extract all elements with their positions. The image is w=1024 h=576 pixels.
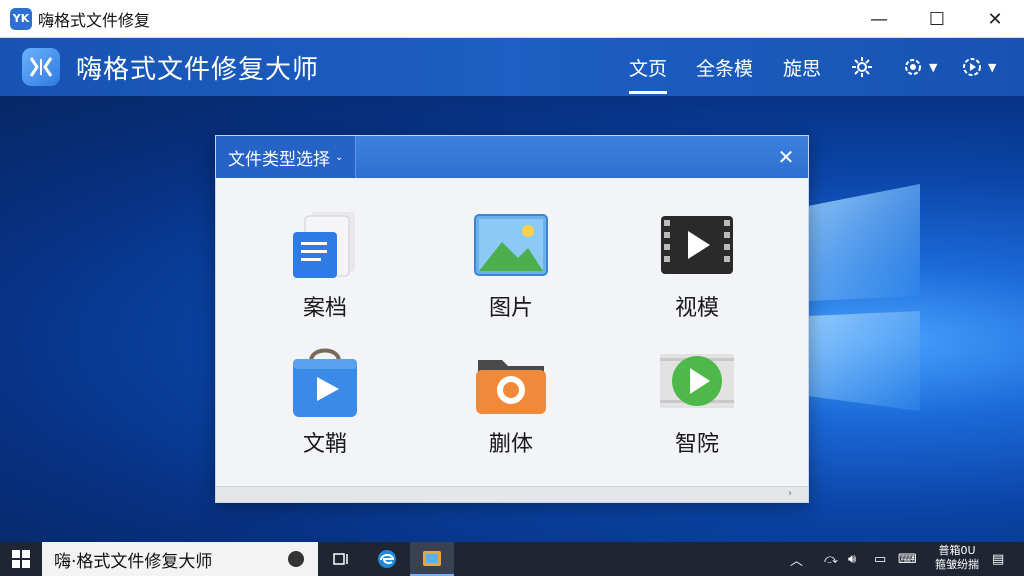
tile-label: 文鞘 [302, 432, 347, 457]
app-header: 嗨格式文件修复大师 文页 全条模 旋思 ▼ ▼ [0, 38, 1024, 96]
window-title: 嗨格式文件修复 [38, 10, 151, 30]
app-logo-icon: YK [10, 7, 32, 30]
gear-dropdown-icon[interactable]: ▼ [901, 52, 937, 82]
task-view-icon[interactable] [320, 542, 364, 576]
tray-up-arrow-icon[interactable]: ︿ [790, 542, 803, 576]
folder-icon [473, 346, 549, 416]
network-icon[interactable]: ⤼ [824, 542, 838, 576]
chevron-down-icon: ⌄ [335, 151, 344, 163]
dialog-scrollbar[interactable]: › [216, 486, 808, 502]
document-icon [287, 210, 363, 280]
dialog-close-icon[interactable]: ✕ [774, 145, 798, 169]
window-titlebar: YK 嗨格式文件修复 — ☐ ✕ [0, 0, 1024, 38]
taskbar-clock[interactable]: 普箱0U 箍皱纷揣 [928, 544, 986, 574]
tab-label: 文件类型选择 [228, 149, 330, 170]
maximize-button[interactable]: ☐ [908, 0, 966, 38]
file-type-tile-document[interactable]: 案档 [240, 210, 410, 340]
taskbar: 嗨·格式文件修复大师 ︿ ⤼ 🔊︎ ▭ ⌨︎ 普箱0U 箍皱纷揣 ▤ [0, 542, 1024, 576]
chevron-down-icon: ▼ [929, 60, 938, 74]
image-icon [473, 210, 549, 280]
tile-label: 智院 [674, 432, 719, 457]
app-name: 嗨格式文件修复大师 [76, 54, 320, 85]
close-button[interactable]: ✕ [966, 0, 1024, 38]
taskbar-search-box[interactable]: 嗨·格式文件修复大师 [42, 542, 318, 576]
search-text: 嗨·格式文件修复大师 [54, 551, 213, 572]
keyboard-icon[interactable]: ⌨︎ [898, 542, 917, 576]
tab-file-type[interactable]: 文件类型选择 ⌄ [216, 136, 357, 178]
video-icon [659, 210, 735, 280]
file-type-tile-video[interactable]: 视模 [612, 210, 782, 340]
file-type-tile-image[interactable]: 图片 [426, 210, 596, 340]
settings-icon[interactable] [850, 52, 874, 82]
nav-item-all[interactable]: 全条模 [696, 38, 753, 96]
action-center-icon[interactable]: ▤ [992, 542, 1004, 576]
clock-line-1: 普箱0U [938, 544, 976, 557]
message-icon[interactable]: ▭ [874, 542, 886, 576]
minimize-button[interactable]: — [850, 0, 908, 38]
file-type-tile-other[interactable]: 智院 [612, 346, 782, 476]
volume-icon[interactable]: 🔊︎ [848, 542, 856, 576]
windows-start-icon [12, 550, 30, 568]
edge-browser-icon[interactable] [365, 542, 409, 576]
nav-item-info[interactable]: 旋思 [783, 38, 821, 96]
bag-play-icon [287, 346, 363, 417]
chevron-down-icon: ▼ [988, 60, 997, 74]
file-type-tile-archive[interactable]: 蒯体 [426, 346, 596, 476]
cortana-icon[interactable] [288, 551, 304, 567]
green-play-icon [659, 346, 735, 416]
tile-label: 视模 [674, 296, 719, 321]
dialog-header: 文件类型选择 ⌄ ✕ [216, 136, 808, 178]
nav-item-home[interactable]: 文页 [629, 38, 668, 96]
tile-label: 蒯体 [488, 432, 533, 457]
start-button[interactable] [0, 542, 42, 576]
app-brand-icon [22, 48, 60, 86]
tile-label: 图片 [488, 296, 533, 321]
file-type-dialog: 文件类型选择 ⌄ ✕ 案档 图片 视模 文鞘 蒯体 智院 › [215, 135, 809, 503]
play-dropdown-icon[interactable]: ▼ [960, 52, 996, 82]
chevron-right-icon[interactable]: › [788, 488, 792, 499]
taskbar-app-active-icon[interactable] [410, 542, 454, 576]
file-type-tile-audio[interactable]: 文鞘 [240, 346, 410, 476]
tile-label: 案档 [302, 296, 347, 321]
clock-line-2: 箍皱纷揣 [935, 558, 979, 571]
